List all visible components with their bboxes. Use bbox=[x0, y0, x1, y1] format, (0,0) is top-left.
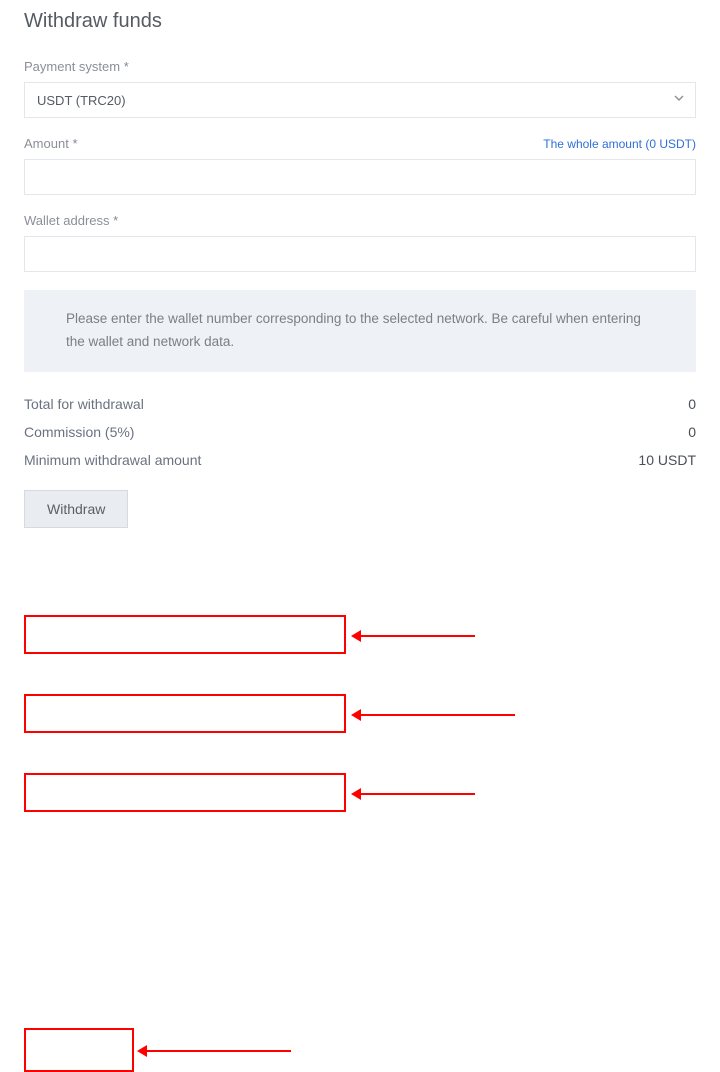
summary-label: Minimum withdrawal amount bbox=[24, 452, 201, 468]
summary-label: Total for withdrawal bbox=[24, 396, 144, 412]
required-star: * bbox=[124, 59, 129, 74]
summary-commission: Commission (5%) 0 bbox=[24, 424, 696, 440]
payment-system-select[interactable]: USDT (TRC20) bbox=[24, 82, 696, 118]
required-star: * bbox=[72, 136, 77, 151]
whole-amount-link[interactable]: The whole amount (0 USDT) bbox=[543, 137, 696, 151]
payment-system-group: Payment system * USDT (TRC20) bbox=[24, 59, 696, 118]
payment-system-label: Payment system * bbox=[24, 59, 696, 74]
summary-value: 0 bbox=[688, 424, 696, 440]
summary-value: 0 bbox=[688, 396, 696, 412]
summary-value: 10 USDT bbox=[638, 452, 696, 468]
required-star: * bbox=[113, 213, 118, 228]
wallet-label: Wallet address * bbox=[24, 213, 696, 228]
summary-label: Commission (5%) bbox=[24, 424, 134, 440]
amount-input[interactable] bbox=[24, 159, 696, 195]
wallet-input[interactable] bbox=[24, 236, 696, 272]
page-title: Withdraw funds bbox=[24, 10, 696, 33]
wallet-group: Wallet address * bbox=[24, 213, 696, 272]
network-notice: Please enter the wallet number correspon… bbox=[24, 290, 696, 372]
amount-group: Amount * The whole amount (0 USDT) bbox=[24, 136, 696, 195]
label-text: Wallet address bbox=[24, 213, 110, 228]
amount-label: Amount * bbox=[24, 136, 78, 151]
label-text: Payment system bbox=[24, 59, 120, 74]
summary-minimum: Minimum withdrawal amount 10 USDT bbox=[24, 452, 696, 468]
withdraw-button[interactable]: Withdraw bbox=[24, 490, 128, 528]
summary-total: Total for withdrawal 0 bbox=[24, 396, 696, 412]
label-text: Amount bbox=[24, 136, 69, 151]
